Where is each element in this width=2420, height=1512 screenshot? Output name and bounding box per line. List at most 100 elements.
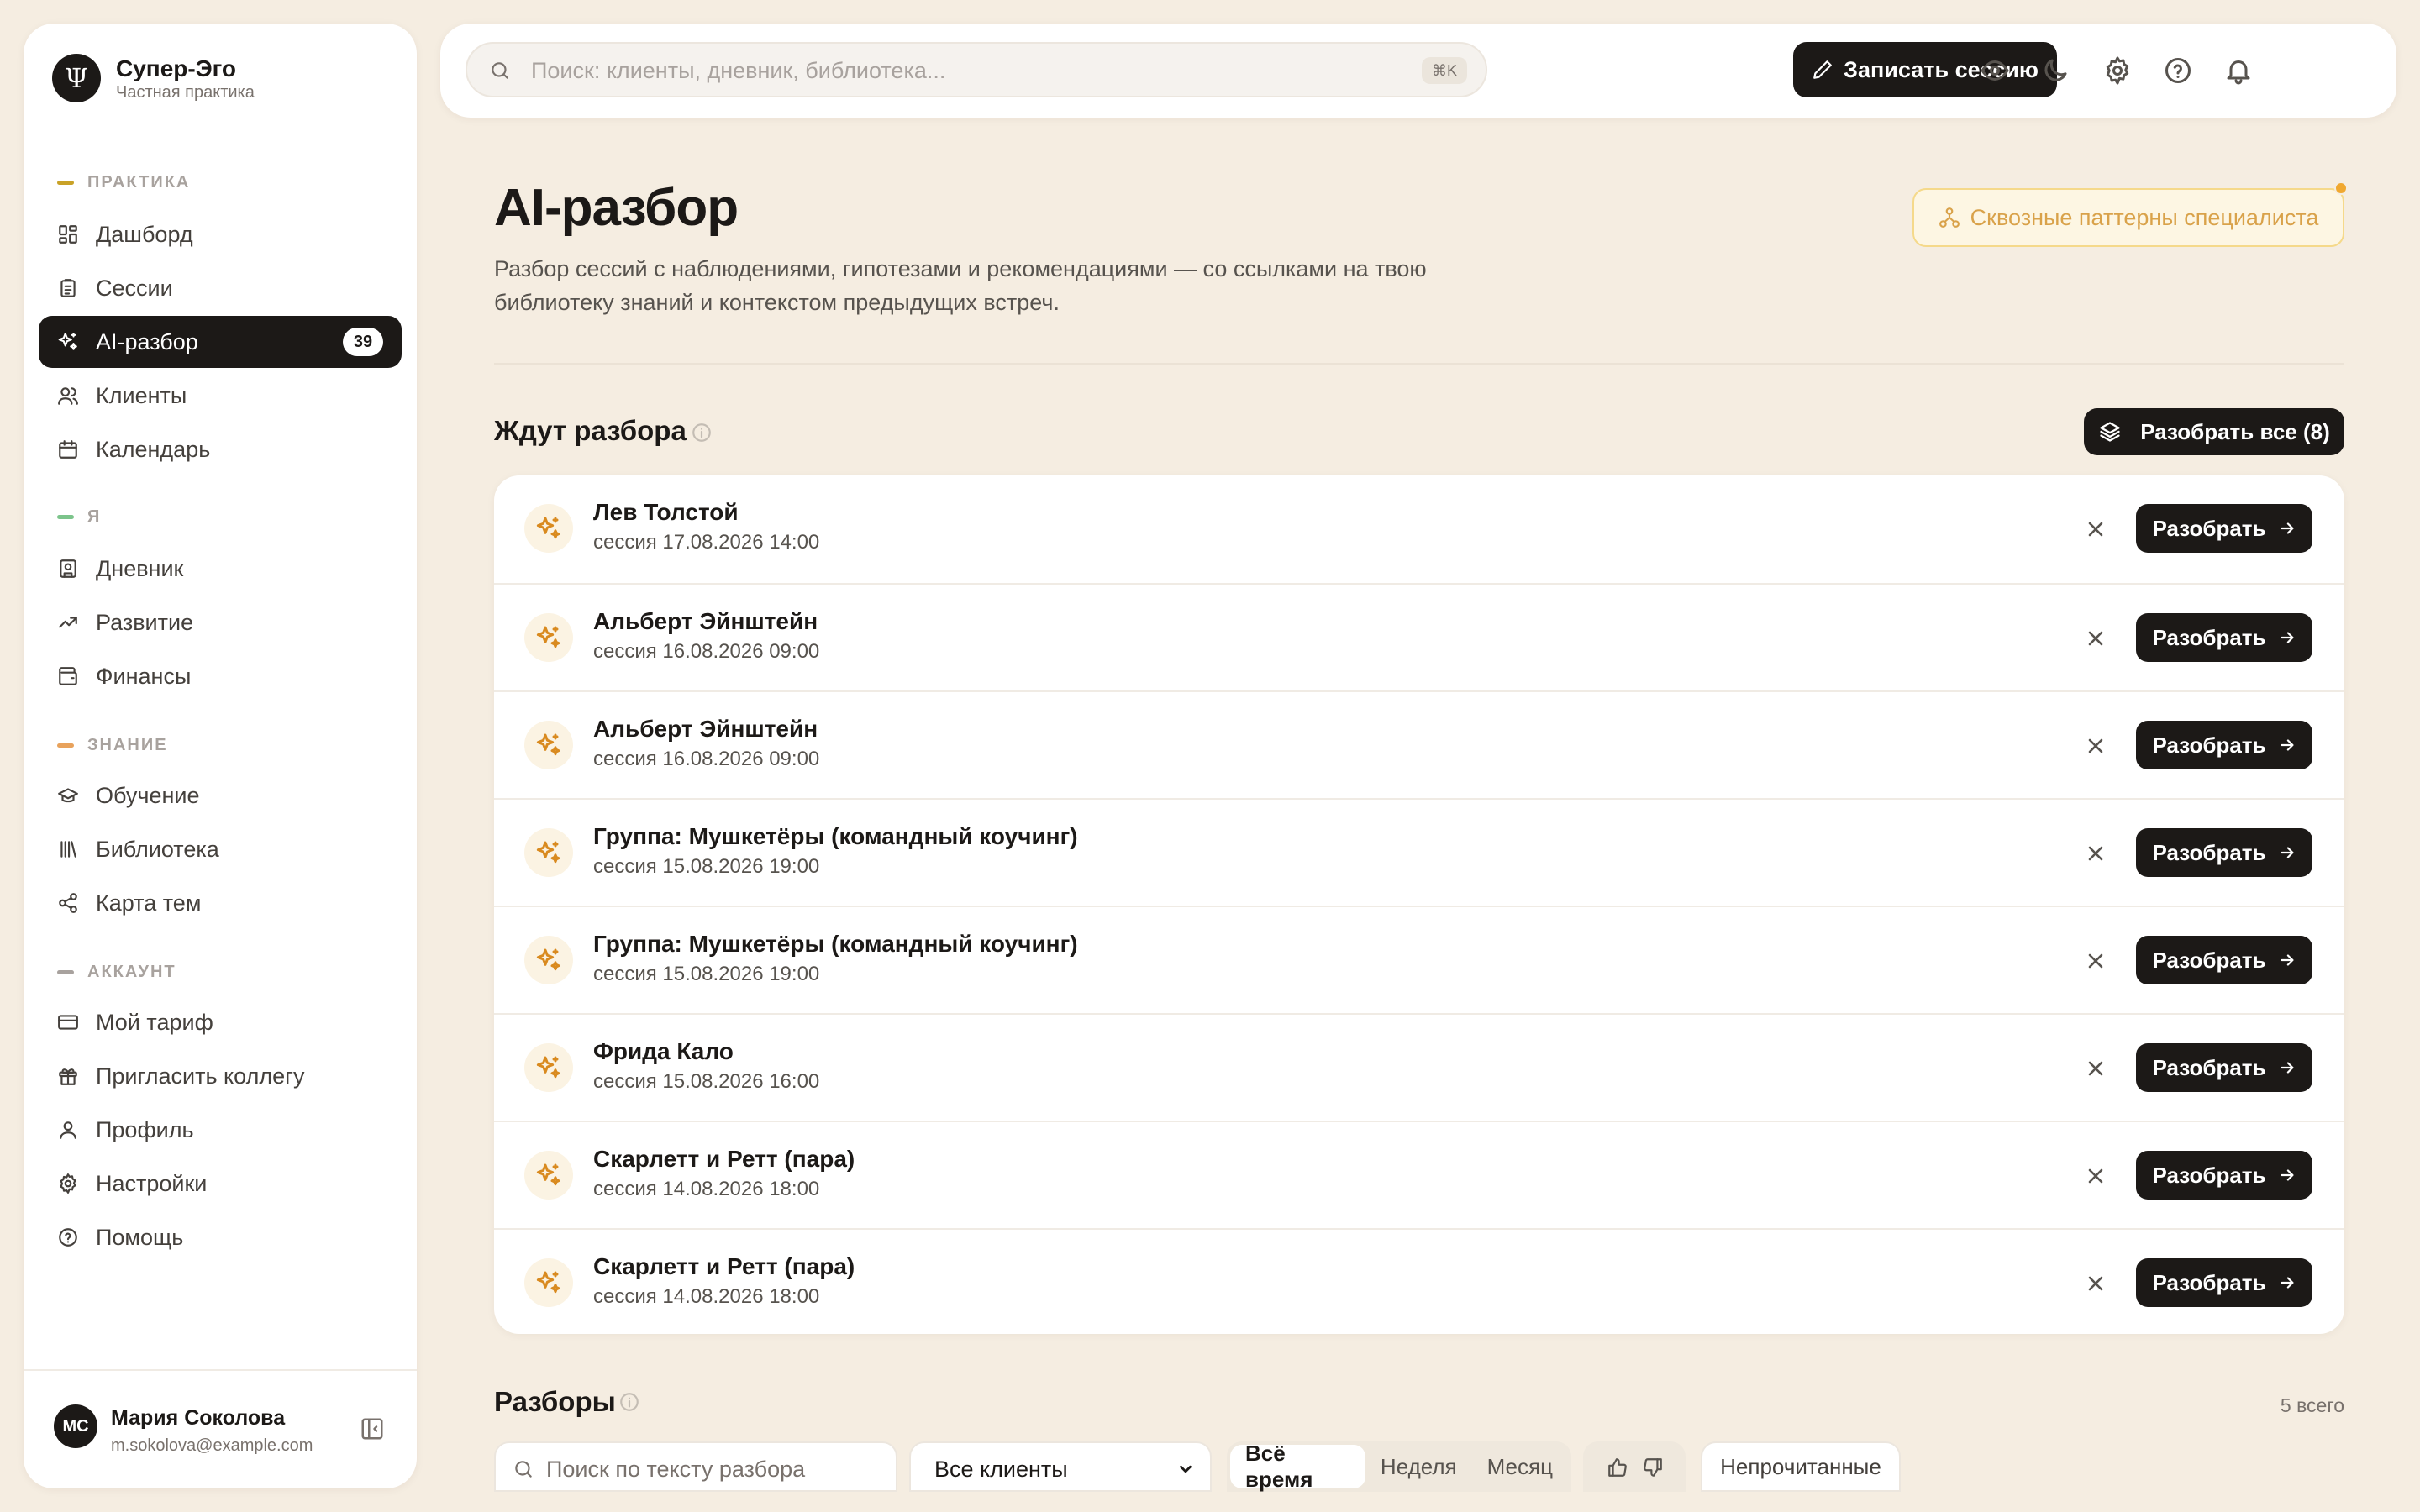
moon-icon[interactable]	[2040, 55, 2070, 86]
eye-icon[interactable]	[1980, 55, 2010, 86]
queue-row[interactable]: Фрида Кало сессия 15.08.2026 16:00 Разобра…	[494, 1013, 2344, 1121]
sidebar-item-ai-review[interactable]: AI-разбор 39	[39, 316, 402, 368]
dismiss-icon[interactable]	[2084, 734, 2107, 758]
grid-icon	[57, 223, 79, 245]
sidebar-item-finance[interactable]: Финансы	[39, 650, 402, 702]
sidebar-item-growth[interactable]: Развитие	[39, 596, 402, 648]
review-button[interactable]: Разобрать	[2136, 828, 2312, 877]
help-circle-icon[interactable]	[2163, 55, 2193, 86]
period-filter: Всё время Неделя Месяц	[1227, 1441, 1571, 1492]
sidebar-item-sessions[interactable]: Сессии	[39, 262, 402, 314]
wallet-icon	[57, 665, 79, 687]
sidebar-item-diary[interactable]: Дневник	[39, 543, 402, 595]
brand[interactable]: Ψ Супер-Эго Частная практика	[52, 54, 255, 102]
sidebar-item-invite[interactable]: Пригласить коллегу	[39, 1050, 402, 1102]
dismiss-icon[interactable]	[2084, 949, 2107, 973]
review-button[interactable]: Разобрать	[2136, 504, 2312, 553]
info-icon[interactable]	[618, 1391, 640, 1413]
dismiss-icon[interactable]	[2084, 1057, 2107, 1080]
queue-row[interactable]: Скарлетт и Ретт (пара) сессия 14.08.2026 …	[494, 1121, 2344, 1228]
share-nodes-icon	[57, 892, 79, 914]
queue-row[interactable]: Группа: Мушкетёры (командный коучинг) сес…	[494, 798, 2344, 906]
queue-row[interactable]: Скарлетт и Ретт (пара) сессия 14.08.2026 …	[494, 1228, 2344, 1334]
arrow-right-icon	[2266, 519, 2296, 538]
section-label-knowledge: ЗНАНИЕ	[57, 736, 168, 755]
gear-icon[interactable]	[2102, 55, 2133, 86]
sparkles-icon	[524, 504, 573, 553]
queue-row[interactable]: Лев Толстой сессия 17.08.2026 14:00 Разобр…	[494, 475, 2344, 583]
sidebar-collapse-icon[interactable]	[360, 1416, 385, 1441]
thumbs-down-icon[interactable]	[1642, 1457, 1664, 1478]
rating-filter	[1583, 1441, 1686, 1492]
search-input[interactable]: Поиск: клиенты, дневник, библиотека...	[531, 58, 945, 84]
section-marker	[57, 743, 74, 748]
section-marker	[57, 970, 74, 974]
review-search-input[interactable]: Поиск по тексту разбора	[546, 1457, 805, 1483]
sidebar-item-settings[interactable]: Настройки	[39, 1158, 402, 1210]
sidebar-item-learning[interactable]: Обучение	[39, 769, 402, 822]
thumbs-up-icon[interactable]	[1607, 1457, 1628, 1478]
review-button[interactable]: Разобрать	[2136, 1043, 2312, 1092]
period-option[interactable]: Месяц	[1472, 1445, 1568, 1488]
sidebar-item-calendar[interactable]: Календарь	[39, 423, 402, 475]
gear-icon	[57, 1173, 79, 1194]
arrow-right-icon	[2266, 951, 2296, 969]
client-filter-select[interactable]: Все клиенты	[909, 1441, 1212, 1492]
sidebar-item-plan[interactable]: Мой тариф	[39, 996, 402, 1048]
section-label-practice: ПРАКТИКА	[57, 173, 190, 192]
sidebar-item-label: AI-разбор	[96, 328, 198, 354]
session-date: сессия 17.08.2026 14:00	[593, 531, 820, 554]
sidebar-item-label: Профиль	[96, 1116, 194, 1142]
sidebar-item-profile[interactable]: Профиль	[39, 1104, 402, 1156]
session-date: сессия 14.08.2026 18:00	[593, 1285, 820, 1308]
period-option[interactable]: Всё время	[1230, 1441, 1365, 1492]
sidebar-item-dashboard[interactable]: Дашборд	[39, 208, 402, 260]
arrow-right-icon	[2266, 843, 2296, 862]
bell-icon[interactable]	[2223, 55, 2254, 86]
record-session-button[interactable]: Записать сессию	[1793, 42, 2057, 97]
sidebar-item-topic-map[interactable]: Карта тем	[39, 877, 402, 929]
dismiss-icon[interactable]	[2084, 1164, 2107, 1188]
sidebar-item-clients[interactable]: Клиенты	[39, 370, 402, 422]
sidebar-item-library[interactable]: Библиотека	[39, 823, 402, 875]
dismiss-icon[interactable]	[2084, 1272, 2107, 1295]
chevron-down-icon	[1176, 1460, 1195, 1478]
brand-title: Супер-Эго	[116, 55, 237, 81]
cross-patterns-button[interactable]: Сквозные паттерны специалиста	[1912, 181, 2348, 247]
pencil-icon	[1813, 60, 1832, 79]
search-icon	[513, 1458, 534, 1480]
dismiss-icon[interactable]	[2084, 627, 2107, 650]
review-all-button[interactable]: Разобрать все (8)	[2084, 408, 2344, 455]
review-button[interactable]: Разобрать	[2136, 721, 2312, 769]
period-option[interactable]: Неделя	[1365, 1445, 1472, 1488]
queue-row[interactable]: Альберт Эйнштейн сессия 16.08.2026 09:00 Р…	[494, 583, 2344, 690]
client-name: Группа: Мушкетёры (командный коучинг)	[593, 931, 1078, 957]
session-date: сессия 15.08.2026 19:00	[593, 963, 820, 985]
sidebar-item-label: Развитие	[96, 609, 194, 635]
dismiss-icon[interactable]	[2084, 842, 2107, 865]
unread-filter-button[interactable]: Непрочитанные	[1701, 1441, 1901, 1492]
review-search[interactable]: Поиск по тексту разбора	[494, 1441, 897, 1492]
dismiss-icon[interactable]	[2084, 517, 2107, 541]
global-search[interactable]: Поиск: клиенты, дневник, библиотека... ⌘…	[466, 42, 1487, 97]
queue-row[interactable]: Альберт Эйнштейн сессия 16.08.2026 09:00 Р…	[494, 690, 2344, 798]
review-button[interactable]: Разобрать	[2136, 1151, 2312, 1200]
session-date: сессия 14.08.2026 18:00	[593, 1178, 820, 1200]
review-button[interactable]: Разобрать	[2136, 1258, 2312, 1307]
queue-row[interactable]: Группа: Мушкетёры (командный коучинг) сес…	[494, 906, 2344, 1013]
sparkles-icon	[524, 721, 573, 769]
info-icon[interactable]	[691, 422, 713, 444]
review-button[interactable]: Разобрать	[2136, 613, 2312, 662]
review-button[interactable]: Разобрать	[2136, 936, 2312, 984]
nodes-icon	[1939, 207, 1960, 228]
client-name: Группа: Мушкетёры (командный коучинг)	[593, 823, 1078, 849]
page-description: Разбор сессий с наблюдениями, гипотезами…	[494, 256, 1427, 315]
sidebar-item-help[interactable]: Помощь	[39, 1211, 402, 1263]
avatar[interactable]: МС	[54, 1404, 97, 1448]
search-icon	[489, 60, 511, 81]
review-queue: Лев Толстой сессия 17.08.2026 14:00 Разобр…	[494, 475, 2344, 1334]
session-date: сессия 15.08.2026 16:00	[593, 1070, 820, 1093]
section-marker	[57, 515, 74, 519]
sparkles-icon	[524, 936, 573, 984]
library-icon	[57, 838, 79, 860]
